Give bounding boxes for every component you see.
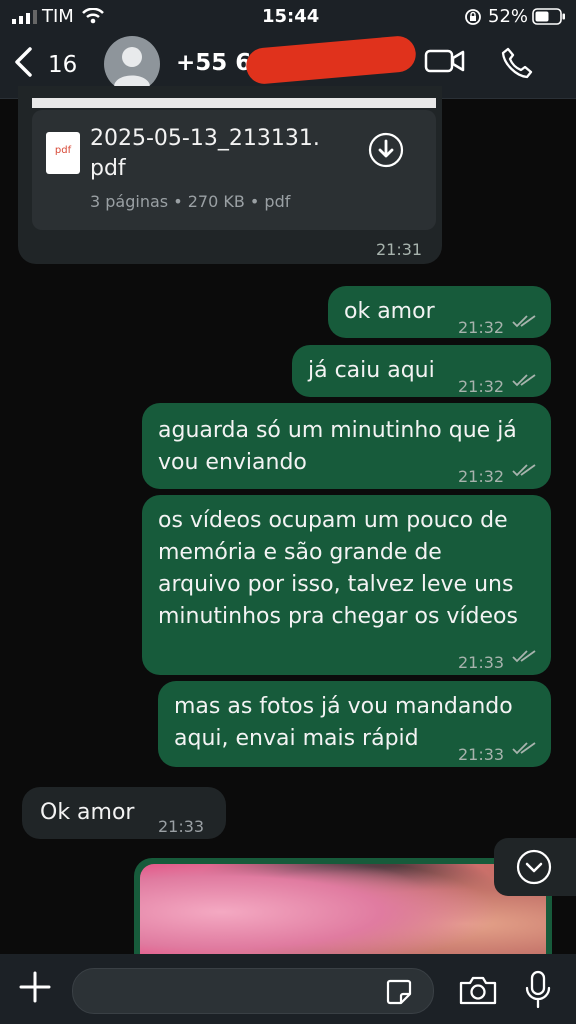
message-line: os vídeos ocupam um pouco de xyxy=(158,508,508,533)
status-bar: TIM 15:44 52% xyxy=(0,0,576,32)
message-line: minutinhos pra chegar os vídeos xyxy=(158,604,518,629)
message-time: 21:32 xyxy=(458,377,505,396)
blurred-photo xyxy=(140,864,546,968)
outgoing-message[interactable]: aguarda só um minutinho que já vou envia… xyxy=(142,403,551,489)
filename-line-2: pdf xyxy=(90,156,126,181)
chevron-down-icon xyxy=(516,849,552,885)
download-icon[interactable] xyxy=(368,132,404,168)
message-time: 21:33 xyxy=(458,653,505,672)
message-time: 21:33 xyxy=(158,817,205,836)
plus-icon[interactable] xyxy=(16,968,54,1006)
unread-count[interactable]: 16 xyxy=(48,52,77,78)
message-input[interactable] xyxy=(72,968,434,1014)
video-call-icon[interactable] xyxy=(424,46,466,76)
outgoing-message[interactable]: mas as fotos já vou mandando aqui, envai… xyxy=(158,681,551,767)
message-line: mas as fotos já vou mandando xyxy=(174,694,513,719)
redaction-mark xyxy=(244,34,418,86)
avatar[interactable] xyxy=(104,36,160,92)
microphone-icon[interactable] xyxy=(524,970,552,1010)
document-meta: 3 páginas • 270 KB • pdf xyxy=(90,192,291,211)
message-time: 21:32 xyxy=(458,467,505,486)
outgoing-message[interactable]: já caiu aqui 21:32 xyxy=(292,345,551,397)
outgoing-photo-message[interactable] xyxy=(134,858,552,968)
incoming-message[interactable]: Ok amor 21:33 xyxy=(22,787,226,839)
orientation-lock-icon xyxy=(465,9,481,25)
battery-percent: 52% xyxy=(488,6,529,27)
message-line: aguarda só um minutinho que já xyxy=(158,418,517,443)
document-filename: 2025-05-13_213131. pdf xyxy=(90,124,320,184)
message-line: arquivo por isso, talvez leve uns xyxy=(158,572,514,597)
double-check-icon xyxy=(512,742,536,755)
back-button[interactable] xyxy=(12,46,34,84)
chevron-left-icon xyxy=(15,47,32,77)
message-text: já caiu aqui xyxy=(308,358,435,383)
scroll-to-bottom-button[interactable] xyxy=(494,838,576,896)
message-text: Ok amor xyxy=(40,800,135,825)
signal-icon xyxy=(12,10,37,24)
carrier-label: TIM xyxy=(42,6,74,27)
double-check-icon xyxy=(512,374,536,387)
double-check-icon xyxy=(512,650,536,663)
wifi-icon xyxy=(82,8,104,24)
camera-icon[interactable] xyxy=(458,974,498,1006)
message-composer xyxy=(0,954,576,1024)
battery-icon xyxy=(532,8,565,25)
double-check-icon xyxy=(512,315,536,328)
pdf-attachment[interactable]: pdf 2025-05-13_213131. pdf 3 páginas • 2… xyxy=(32,110,436,230)
message-time: 21:31 xyxy=(376,240,423,259)
message-text: ok amor xyxy=(344,299,435,324)
message-time: 21:33 xyxy=(458,745,505,764)
double-check-icon xyxy=(512,464,536,477)
clock: 15:44 xyxy=(262,6,320,27)
filename-line-1: 2025-05-13_213131. xyxy=(90,126,320,151)
outgoing-message[interactable]: ok amor 21:32 xyxy=(328,286,551,338)
pdf-file-icon: pdf xyxy=(46,132,80,174)
person-icon xyxy=(114,47,150,86)
document-preview-strip xyxy=(32,98,436,108)
phone-call-icon[interactable] xyxy=(500,46,534,80)
message-text: os vídeos ocupam um pouco de memória e s… xyxy=(158,505,518,633)
message-time: 21:32 xyxy=(458,318,505,337)
sticker-icon[interactable] xyxy=(385,978,413,1006)
outgoing-message[interactable]: os vídeos ocupam um pouco de memória e s… xyxy=(142,495,551,675)
message-line: memória e são grande de xyxy=(158,540,442,565)
